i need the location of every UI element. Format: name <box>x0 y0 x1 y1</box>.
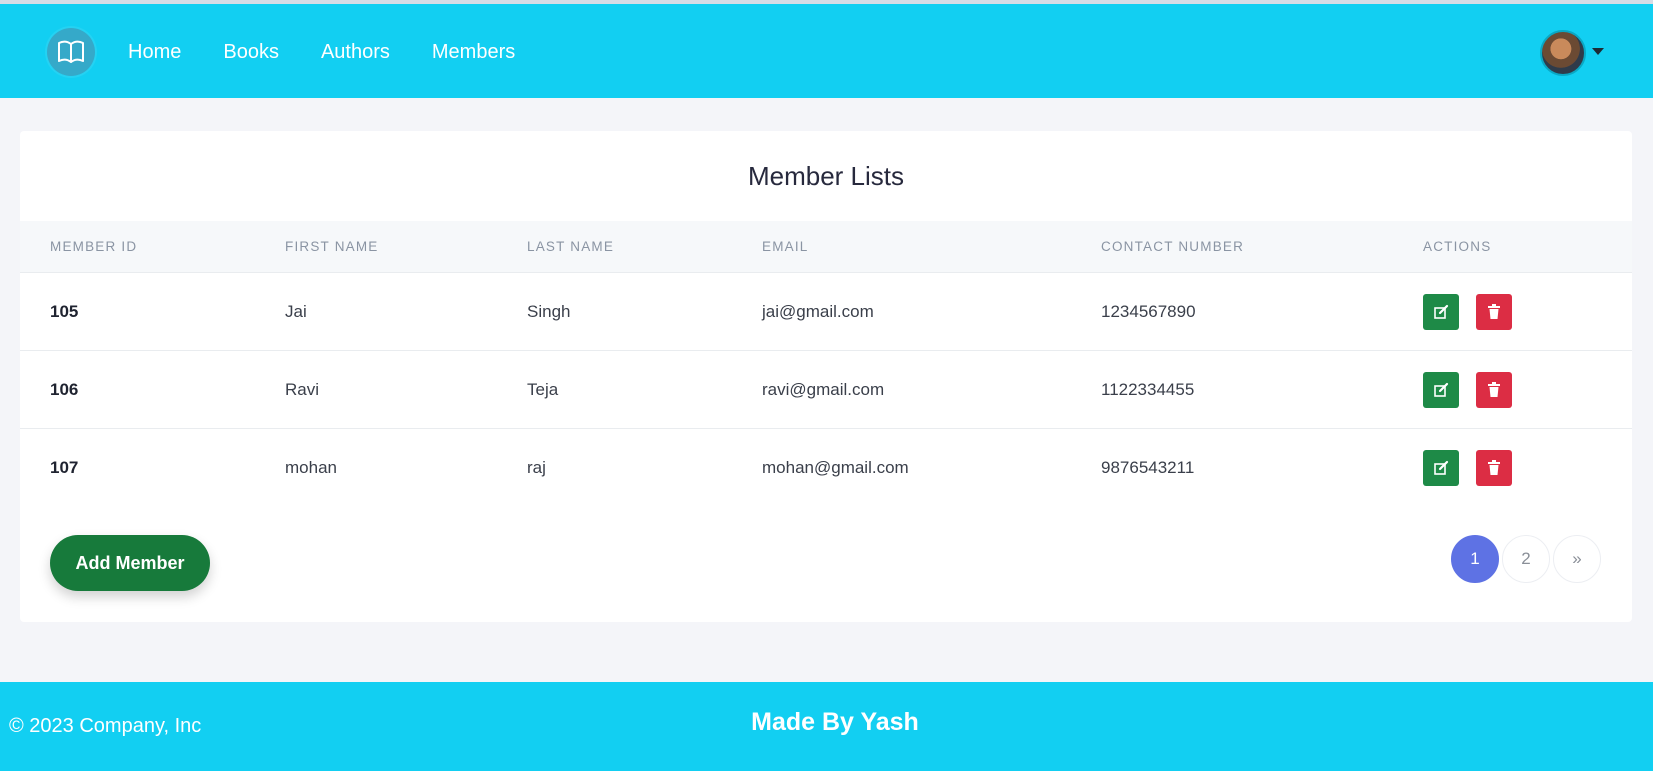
edit-button[interactable] <box>1423 450 1459 486</box>
navbar: Home Books Authors Members <box>0 4 1653 98</box>
row-actions <box>1423 372 1512 408</box>
caret-down-icon[interactable] <box>1592 48 1604 55</box>
cell-contact-number: 9876543211 <box>1101 458 1195 477</box>
trash-icon <box>1488 382 1500 397</box>
footer: © 2023 Company, Inc Made By Yash <box>0 682 1653 771</box>
cell-contact-number: 1122334455 <box>1101 380 1195 399</box>
col-last-name: LAST NAME <box>527 239 615 254</box>
trash-icon <box>1488 304 1500 319</box>
page-title: Member Lists <box>20 131 1632 222</box>
table-row: 106 Ravi Teja ravi@gmail.com 1122334455 <box>20 351 1632 429</box>
trash-icon <box>1488 460 1500 475</box>
delete-button[interactable] <box>1476 294 1512 330</box>
cell-email: jai@gmail.com <box>762 302 874 321</box>
user-avatar[interactable] <box>1540 30 1586 76</box>
nav-authors[interactable]: Authors <box>321 32 390 72</box>
col-member-id: MEMBER ID <box>50 239 138 254</box>
edit-button[interactable] <box>1423 372 1459 408</box>
col-contact-number: CONTACT NUMBER <box>1101 239 1245 254</box>
brand-logo[interactable] <box>47 28 95 76</box>
nav-members[interactable]: Members <box>432 32 515 72</box>
cell-first-name: mohan <box>285 458 337 477</box>
cell-last-name: Teja <box>527 380 559 399</box>
delete-button[interactable] <box>1476 450 1512 486</box>
row-actions <box>1423 450 1512 486</box>
col-email: EMAIL <box>762 239 809 254</box>
table-row: 107 mohan raj mohan@gmail.com 9876543211 <box>20 429 1632 506</box>
nav-links: Home Books Authors Members <box>128 32 557 72</box>
cell-member-id: 106 <box>50 380 79 399</box>
table-header: MEMBER ID FIRST NAME LAST NAME EMAIL CON… <box>20 221 1632 273</box>
member-list-card: Member Lists MEMBER ID FIRST NAME LAST N… <box>20 131 1632 622</box>
col-actions: ACTIONS <box>1423 239 1492 254</box>
cell-email: ravi@gmail.com <box>762 380 885 399</box>
page-2-button[interactable]: 2 <box>1502 535 1550 583</box>
edit-button[interactable] <box>1423 294 1459 330</box>
edit-icon <box>1434 382 1449 397</box>
cell-contact-number: 1234567890 <box>1101 302 1196 321</box>
credit-text: Made By Yash <box>751 708 919 736</box>
cell-member-id: 105 <box>50 302 79 321</box>
book-open-icon <box>58 40 84 63</box>
pagination: 1 2 » <box>1451 535 1601 583</box>
nav-home[interactable]: Home <box>128 32 181 72</box>
cell-last-name: Singh <box>527 302 571 321</box>
edit-icon <box>1434 460 1449 475</box>
add-member-button[interactable]: Add Member <box>50 535 210 591</box>
col-first-name: FIRST NAME <box>285 239 379 254</box>
nav-books[interactable]: Books <box>223 32 279 72</box>
cell-member-id: 107 <box>50 458 79 477</box>
edit-icon <box>1434 304 1449 319</box>
cell-first-name: Jai <box>285 302 307 321</box>
delete-button[interactable] <box>1476 372 1512 408</box>
page-1-button[interactable]: 1 <box>1451 535 1499 583</box>
row-actions <box>1423 294 1512 330</box>
cell-last-name: raj <box>527 458 546 477</box>
table-row: 105 Jai Singh jai@gmail.com 1234567890 <box>20 273 1632 351</box>
next-page-button[interactable]: » <box>1553 535 1601 583</box>
cell-email: mohan@gmail.com <box>762 458 909 477</box>
cell-first-name: Ravi <box>285 380 320 399</box>
